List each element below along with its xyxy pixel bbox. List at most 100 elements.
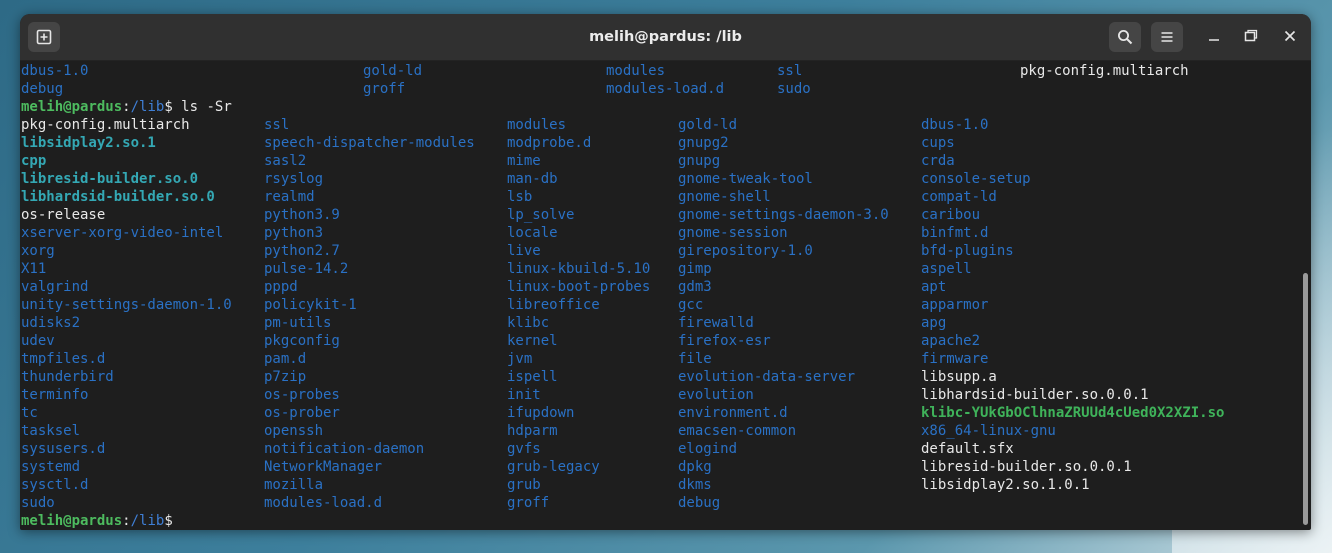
list-item: cups xyxy=(921,135,955,151)
table-row: cpp sasl2 mime gnupg crda xyxy=(21,152,1300,170)
list-item: modprobe.d xyxy=(507,135,592,151)
table-row: os-release python3.9 lp_solve gnome-setting… xyxy=(21,206,1300,224)
close-button[interactable] xyxy=(1277,24,1303,50)
list-item: default.sfx xyxy=(921,441,1014,457)
table-row: libresid-builder.so.0 rsyslog man-db gnome-… xyxy=(21,170,1300,188)
list-item: udisks2 xyxy=(21,315,81,331)
minimize-icon xyxy=(1207,28,1221,47)
list-item: pulse-14.2 xyxy=(264,261,349,277)
list-item: elogind xyxy=(678,441,738,457)
list-item: cpp xyxy=(21,153,47,169)
list-item: sudo xyxy=(777,81,811,97)
list-item: file xyxy=(678,351,712,367)
list-item: compat-ld xyxy=(921,189,997,205)
scrollbar[interactable] xyxy=(1301,61,1311,530)
list-item: dbus-1.0 xyxy=(921,117,989,133)
list-item: ssl xyxy=(777,63,803,79)
list-item: libresid-builder.so.0 xyxy=(21,171,199,187)
list-item: notification-daemon xyxy=(264,441,425,457)
list-item: pppd xyxy=(264,279,298,295)
command-line: melih@pardus:/lib$ ls -Sr xyxy=(21,98,1300,116)
list-item: libhardsid-builder.so.0 xyxy=(21,189,215,205)
list-item: firmware xyxy=(921,351,989,367)
list-item: linux-kbuild-5.10 xyxy=(507,261,651,277)
list-item: libsidplay2.so.1.0.1 xyxy=(921,477,1090,493)
list-item: groff xyxy=(507,495,550,511)
list-item: terminfo xyxy=(21,387,89,403)
table-row: libsidplay2.so.1 speech-dispatcher-module… xyxy=(21,134,1300,152)
list-item: rsyslog xyxy=(264,171,324,187)
minimize-button[interactable] xyxy=(1201,24,1227,50)
prompt-path: /lib xyxy=(130,99,165,115)
table-row: udisks2 pm-utils klibc firewalld apg xyxy=(21,314,1300,332)
table-row: pkg-config.multiarch ssl modules gold-ld dbu… xyxy=(21,116,1300,134)
restore-icon xyxy=(1244,28,1258,47)
list-item: gdm3 xyxy=(678,279,712,295)
search-button[interactable] xyxy=(1109,22,1141,52)
prompt-colon: : xyxy=(122,513,131,529)
list-item: sudo xyxy=(21,495,55,511)
list-item: klibc xyxy=(507,315,550,331)
list-item: groff xyxy=(363,81,406,97)
list-item: jvm xyxy=(507,351,533,367)
prompt-symbol: $ xyxy=(164,99,173,115)
scrollbar-thumb[interactable] xyxy=(1303,273,1308,525)
list-item: pkg-config.multiarch xyxy=(21,117,190,133)
search-icon xyxy=(1117,29,1133,45)
list-item: mime xyxy=(507,153,541,169)
list-item: locale xyxy=(507,225,558,241)
list-item: thunderbird xyxy=(21,369,114,385)
list-item: debug xyxy=(678,495,721,511)
list-item: lsb xyxy=(507,189,533,205)
list-item: gnupg xyxy=(678,153,721,169)
list-item: mozilla xyxy=(264,477,324,493)
terminal-output[interactable]: dbus-1.0 gold-ld modules ssl pkg-config.… xyxy=(20,61,1300,530)
list-item: gvfs xyxy=(507,441,541,457)
list-item: gnome-session xyxy=(678,225,788,241)
shell-prompt: melih@pardus:/lib$ ls -Sr xyxy=(21,98,232,116)
list-item: hdparm xyxy=(507,423,558,439)
maximize-button[interactable] xyxy=(1238,24,1264,50)
table-row: unity-settings-daemon-1.0 policykit-1 libr… xyxy=(21,296,1300,314)
list-item: dpkg xyxy=(678,459,712,475)
list-item: sysctl.d xyxy=(21,477,89,493)
list-item: caribou xyxy=(921,207,981,223)
list-item: gcc xyxy=(678,297,704,313)
terminal-window[interactable]: melih@pardus: /lib dbus-1.0 gold-ld modu… xyxy=(20,14,1311,530)
list-item: man-db xyxy=(507,171,558,187)
menu-button[interactable] xyxy=(1151,22,1183,52)
list-item: init xyxy=(507,387,541,403)
list-item: sasl2 xyxy=(264,153,307,169)
list-item: gold-ld xyxy=(363,63,423,79)
list-item: X11 xyxy=(21,261,47,277)
list-item: tmpfiles.d xyxy=(21,351,106,367)
list-item: bfd-plugins xyxy=(921,243,1014,259)
list-item: policykit-1 xyxy=(264,297,357,313)
list-item: python3.9 xyxy=(264,207,340,223)
list-item: x86_64-linux-gnu xyxy=(921,423,1056,439)
list-item: pm-utils xyxy=(264,315,332,331)
list-item: apg xyxy=(921,315,947,331)
prompt-symbol: $ xyxy=(164,513,173,529)
table-row: tasksel openssh hdparm emacsen-common x86_64… xyxy=(21,422,1300,440)
list-item: xserver-xorg-video-intel xyxy=(21,225,224,241)
table-row: sysusers.d notification-daemon gvfs elogind… xyxy=(21,440,1300,458)
list-item: lp_solve xyxy=(507,207,575,223)
list-item: grub xyxy=(507,477,541,493)
list-item: unity-settings-daemon-1.0 xyxy=(21,297,232,313)
active-prompt-line[interactable]: melih@pardus:/lib$ xyxy=(21,512,1300,530)
list-item: python2.7 xyxy=(264,243,340,259)
list-item: girepository-1.0 xyxy=(678,243,813,259)
list-item: firewalld xyxy=(678,315,754,331)
list-item: gnome-tweak-tool xyxy=(678,171,813,187)
table-row: thunderbird p7zip ispell evolution-data-ser… xyxy=(21,368,1300,386)
list-item: debug xyxy=(21,81,64,97)
list-item: libreoffice xyxy=(507,297,600,313)
list-item: os-prober xyxy=(264,405,340,421)
prompt-user-host: melih@pardus xyxy=(21,513,123,529)
table-row: xorg python2.7 live girepository-1.0 bfd-plu… xyxy=(21,242,1300,260)
list-item: grub-legacy xyxy=(507,459,600,475)
list-item: pkgconfig xyxy=(264,333,340,349)
list-item: apache2 xyxy=(921,333,981,349)
list-item: crda xyxy=(921,153,955,169)
